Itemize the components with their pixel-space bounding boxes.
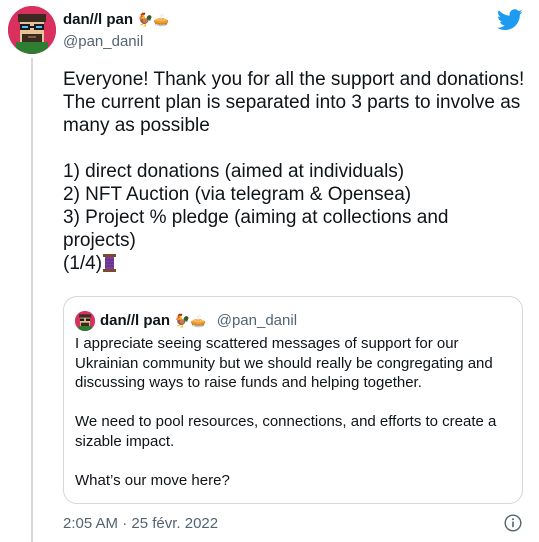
info-icon[interactable] [504, 514, 522, 532]
quoted-paragraph: What’s our move here? [75, 471, 230, 489]
pixel-punk-avatar-icon [75, 311, 95, 331]
quoted-author-handle: @pan_danil [216, 312, 298, 329]
quoted-author-name: dan//l pan [100, 312, 171, 329]
quoted-paragraph-gap [75, 451, 515, 471]
tweet-line: Everyone! Thank you for all the support … [63, 69, 525, 136]
quoted-paragraph: I appreciate seeing scattered messages o… [75, 335, 493, 391]
quoted-paragraph-gap [75, 393, 515, 413]
twitter-bird-icon[interactable] [497, 9, 523, 31]
thread-connector-line [31, 58, 33, 542]
pixel-punk-avatar-icon [8, 6, 56, 54]
author-avatar[interactable] [8, 6, 56, 54]
quoted-tweet-card[interactable]: dan//l pan 🐓🥧 @pan_danil I appreciate se… [63, 296, 523, 504]
tweet-body: Everyone! Thank you for all the support … [63, 68, 525, 275]
author-display-name[interactable]: dan//l pan 🐓🥧 [63, 11, 170, 28]
tweet-line-last: (1/4) [63, 252, 525, 275]
author-handle[interactable]: @pan_danil [63, 33, 143, 50]
thread-counter: (1/4) [63, 253, 103, 274]
thread-spool-icon [103, 254, 117, 272]
tweet-line: 2) NFT Auction (via telegram & Opensea) [63, 184, 412, 205]
tweet-line-gap [63, 137, 525, 160]
quoted-author-line: dan//l pan 🐓🥧 @pan_danil [100, 312, 297, 329]
quoted-paragraph: We need to pool resources, connections, … [75, 413, 497, 450]
quoted-author-emojis: 🐓🥧 [174, 314, 207, 329]
author-name-emojis: 🐓🥧 [137, 13, 170, 28]
author-name-text: dan//l pan [63, 11, 134, 28]
tweet-line: 3) Project % pledge (aiming at collectio… [63, 207, 449, 251]
quoted-author-avatar [75, 311, 95, 331]
tweet-timestamp[interactable]: 2:05 AM · 25 févr. 2022 [63, 515, 218, 532]
quoted-tweet-body: I appreciate seeing scattered messages o… [75, 334, 515, 490]
tweet-line: 1) direct donations (aimed at individual… [63, 161, 405, 182]
